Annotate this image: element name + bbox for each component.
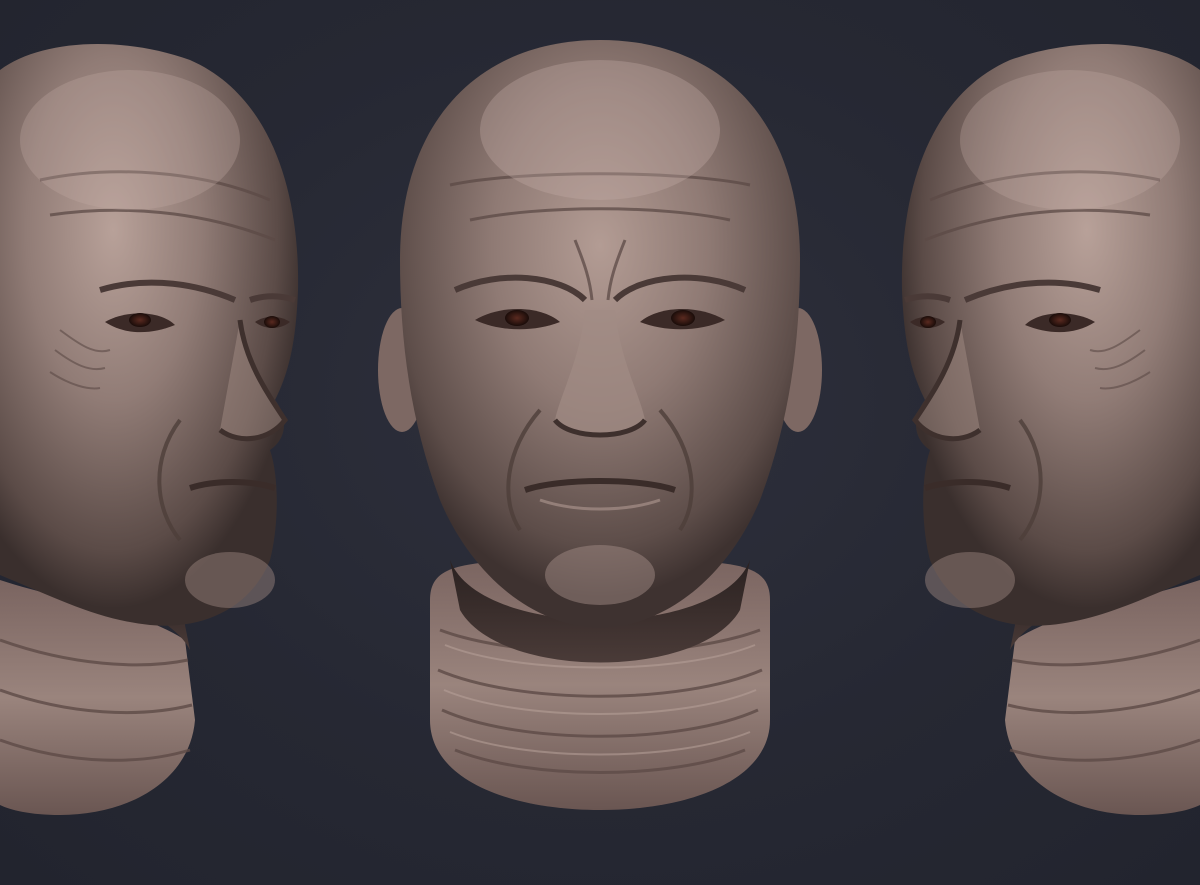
head-three-quarter-right-view bbox=[901, 43, 1200, 815]
render-viewport bbox=[0, 0, 1200, 885]
sculpt-render bbox=[0, 40, 1200, 815]
head-front-view bbox=[378, 40, 822, 810]
head-three-quarter-left-view bbox=[0, 43, 299, 815]
